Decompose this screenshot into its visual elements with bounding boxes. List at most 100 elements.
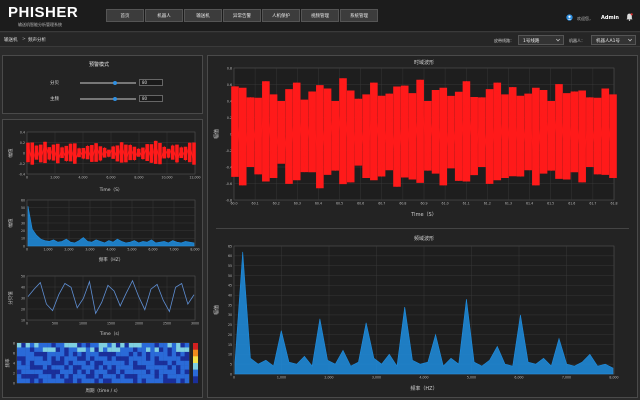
heatmap-cell [94, 360, 99, 366]
heatmap-cell [133, 356, 138, 361]
slider-db-thumb[interactable] [112, 81, 117, 85]
nav-video[interactable]: 视频管理 [301, 9, 339, 22]
slider-label-freq: 主频 [50, 97, 59, 102]
heatmap-cell [120, 343, 125, 348]
heatmap-cell [64, 356, 69, 361]
nav-robot[interactable]: 机器人 [145, 9, 183, 22]
heatmap-cell [85, 343, 91, 348]
robot-select[interactable]: 机器人A1号 [591, 35, 636, 45]
x-tick-label: 60.0 [230, 202, 237, 206]
heatmap-cell [81, 378, 86, 384]
heatmap-cell [60, 378, 65, 384]
heatmap-cell [158, 365, 164, 370]
heatmap-cell [38, 369, 43, 375]
nav-system[interactable]: 系统管理 [340, 9, 378, 22]
heatmap-cell [137, 347, 142, 353]
colorbar-segment [193, 376, 198, 384]
line-select[interactable]: 1号线路 [518, 35, 564, 45]
heatmap-cell [154, 374, 160, 379]
heatmap-cell [51, 374, 56, 379]
x-tick-label: 4,000 [78, 176, 87, 180]
freq-value-input[interactable]: 80 [139, 95, 163, 102]
y-axis-label: 幅值 [213, 305, 220, 315]
line-select-label: 皮带线路： [494, 38, 514, 43]
x-tick-label: 8,000 [134, 176, 143, 180]
heatmap-cell [141, 374, 147, 379]
nav-alarm[interactable]: 异常告警 [223, 9, 261, 22]
heatmap-cell [133, 378, 138, 384]
heatmap-cell [47, 347, 52, 353]
heatmap-cell [38, 360, 43, 366]
slider-db-track[interactable] [80, 82, 136, 84]
heatmap-cell [124, 378, 129, 384]
x-tick-label: 61.3 [505, 202, 512, 206]
heatmap-cell [180, 369, 185, 375]
heatmap-cell [171, 365, 177, 370]
heatmap-cell [103, 343, 108, 348]
y-tick-label: 20 [21, 229, 25, 233]
heatmap-cell [38, 343, 43, 348]
heatmap-cell [171, 356, 177, 361]
nav-protection[interactable]: 人机保护 [262, 9, 300, 22]
x-tick-label: 4,000 [106, 248, 115, 252]
slider-freq-thumb[interactable] [112, 97, 117, 101]
heatmap-cell [94, 369, 99, 375]
heatmap-cell [29, 369, 35, 375]
heatmap-cell [72, 343, 78, 348]
heatmap-cell [184, 378, 190, 384]
slider-freq-track[interactable] [80, 98, 136, 100]
y-tick-label: 50 [228, 274, 232, 278]
chart-title: 频域波形 [414, 235, 434, 242]
user-name[interactable]: Admin [601, 15, 619, 21]
heatmap-cell [167, 360, 172, 366]
heatmap-cell [42, 374, 48, 379]
db-value-input[interactable]: 80 [139, 79, 163, 86]
x-tick-label: 61.2 [484, 202, 491, 206]
heatmap-cell [158, 347, 164, 353]
heatmap-cell [98, 365, 104, 370]
heatmap-cell [21, 365, 26, 370]
heatmap-cell [171, 369, 177, 375]
heatmap-cell [21, 374, 26, 379]
heatmap-cell [103, 369, 108, 375]
heatmap-cell [141, 356, 147, 361]
heatmap-cell [137, 365, 142, 370]
heatmap-cell [184, 343, 190, 348]
breadcrumb-root[interactable]: 输送机 [4, 37, 18, 43]
nav-conveyor[interactable]: 输送机 [184, 9, 222, 22]
heatmap-cell [115, 360, 121, 366]
y-axis-label: 频率 [4, 358, 11, 367]
x-tick-label: 6,000 [514, 376, 523, 380]
heatmap-cell [163, 347, 168, 353]
heatmap-cell [72, 369, 78, 375]
breadcrumb-separator: > [22, 37, 26, 42]
heatmap-cell [55, 365, 61, 370]
heatmap-cell [137, 343, 142, 348]
user-icon[interactable] [566, 14, 573, 21]
heatmap-cell [68, 360, 74, 366]
bell-icon[interactable] [626, 13, 633, 21]
heatmap-cell [124, 365, 129, 370]
heatmap-cell [137, 351, 142, 357]
heatmap-cell [111, 378, 117, 384]
heatmap-cell [72, 365, 78, 370]
x-tick-label: 60.1 [252, 202, 259, 206]
heatmap-cell [171, 351, 177, 357]
heatmap-cell [141, 343, 147, 348]
heatmap-cell [77, 347, 82, 353]
y-tick-label: 0.4 [20, 130, 25, 134]
nav-home[interactable]: 首页 [106, 9, 144, 22]
x-tick-label: 1000 [79, 322, 87, 326]
y-tick-label: 60 [228, 254, 232, 258]
heatmap-cell [158, 369, 164, 375]
heatmap-cell [55, 347, 61, 353]
heatmap-cell [90, 369, 95, 375]
heatmap-cell [120, 369, 125, 375]
heatmap-cell [85, 374, 91, 379]
heatmap-cell [94, 347, 99, 353]
x-tick-label: 8,000 [609, 376, 618, 380]
heatmap-cell [55, 369, 61, 375]
heatmap-cell [115, 369, 121, 375]
y-tick-label: 30 [21, 296, 25, 300]
heatmap-cell [128, 365, 134, 370]
